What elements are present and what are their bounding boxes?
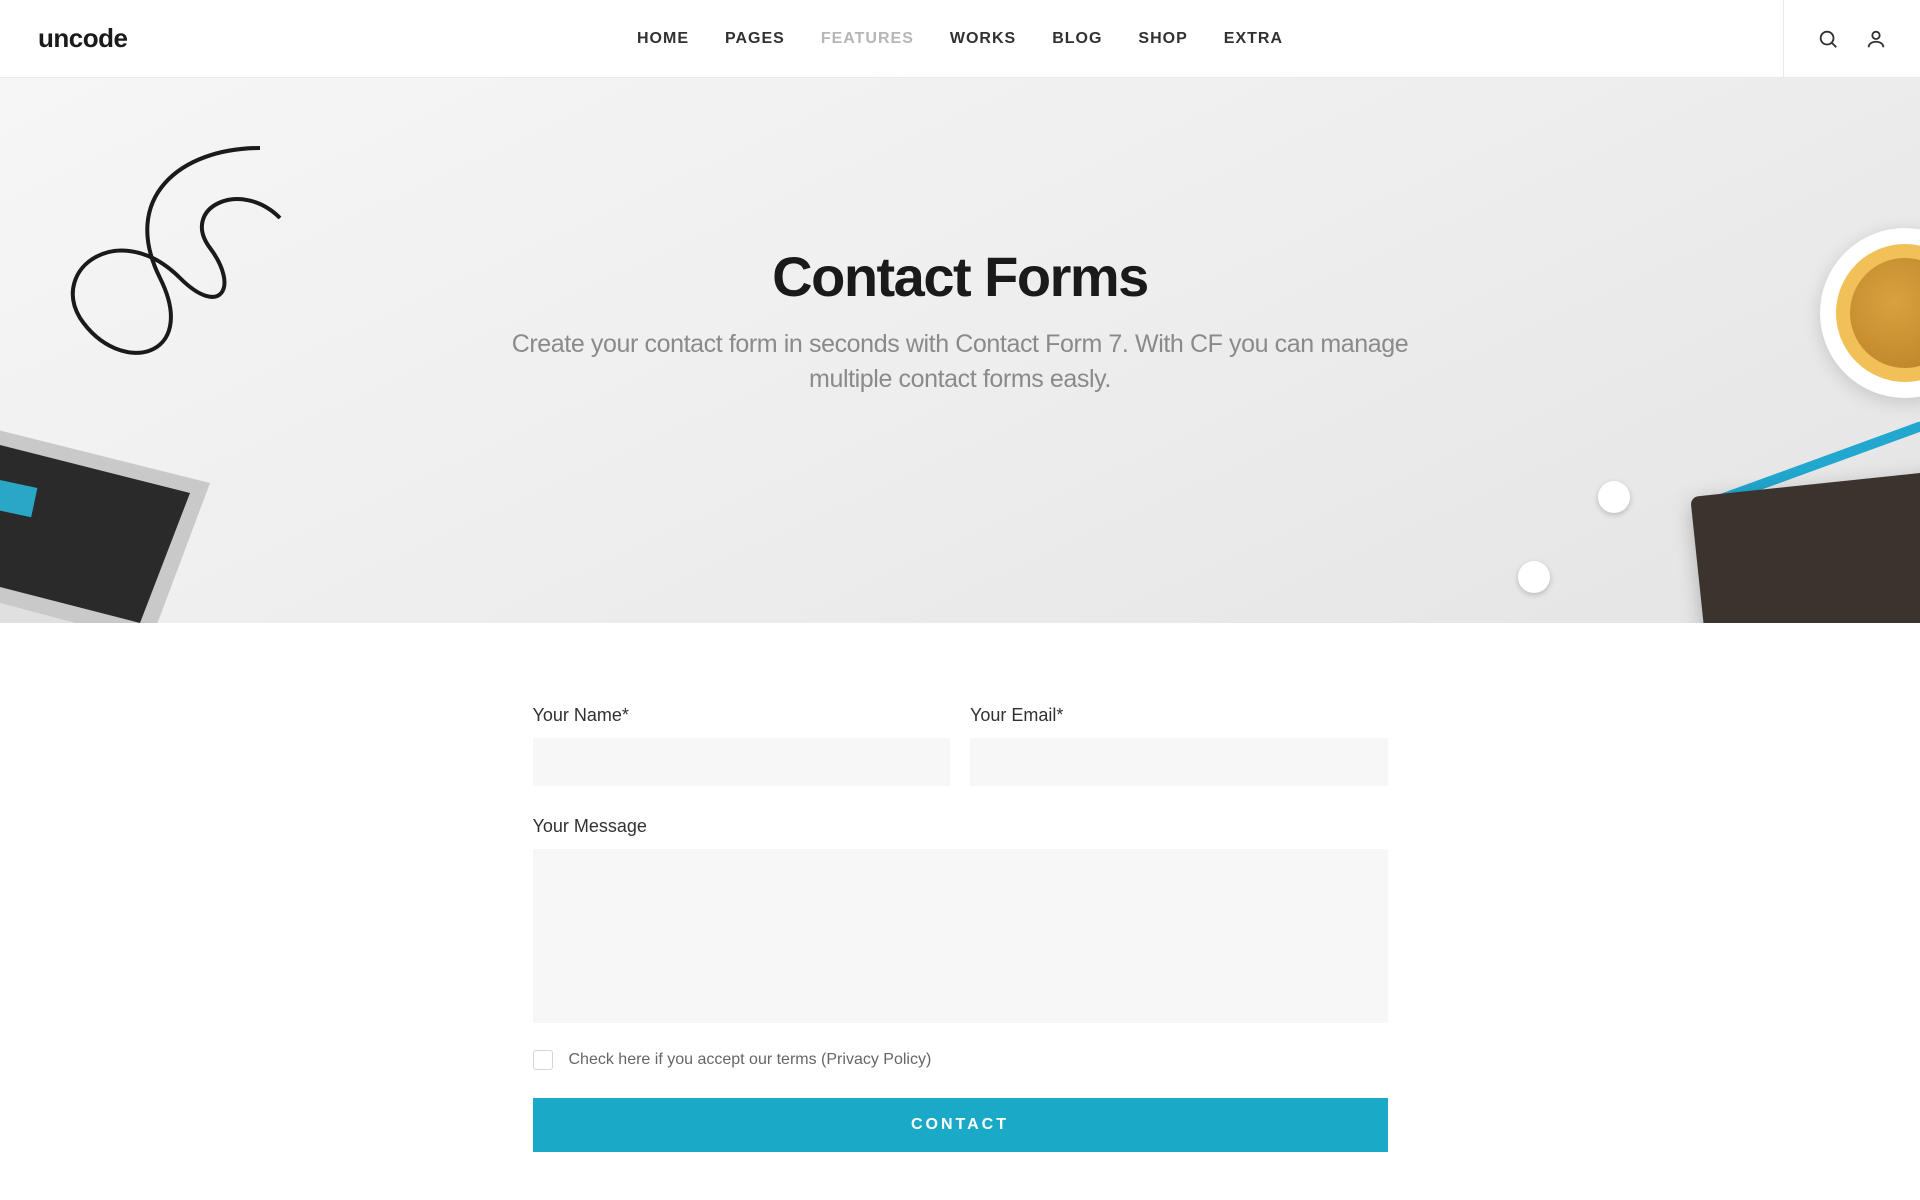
main-nav: HOME PAGES FEATURES WORKS BLOG SHOP EXTR… xyxy=(637,30,1283,48)
terms-label: Check here if you accept our terms (Priv… xyxy=(569,1051,932,1069)
nav-item-features[interactable]: FEATURES xyxy=(821,30,914,48)
brand-logo[interactable]: uncode xyxy=(38,23,127,54)
decoration-earbud xyxy=(1518,561,1550,593)
hero-banner: Contact Forms Create your contact form i… xyxy=(0,78,1920,623)
search-icon[interactable] xyxy=(1816,27,1840,51)
page-title: Contact Forms xyxy=(510,244,1410,309)
hero-content: Contact Forms Create your contact form i… xyxy=(510,244,1410,397)
message-textarea[interactable] xyxy=(533,849,1388,1023)
account-icon[interactable] xyxy=(1864,27,1888,51)
name-label: Your Name* xyxy=(533,705,951,726)
submit-button[interactable]: CONTACT xyxy=(533,1098,1388,1152)
email-label: Your Email* xyxy=(970,705,1388,726)
nav-item-shop[interactable]: SHOP xyxy=(1138,30,1187,48)
nav-item-extra[interactable]: EXTRA xyxy=(1224,30,1283,48)
terms-checkbox[interactable] xyxy=(533,1050,553,1070)
decoration-laptop xyxy=(0,403,270,623)
decoration-cord xyxy=(60,138,320,398)
nav-item-pages[interactable]: PAGES xyxy=(725,30,785,48)
message-label: Your Message xyxy=(533,816,1388,837)
nav-item-blog[interactable]: BLOG xyxy=(1052,30,1102,48)
email-input[interactable] xyxy=(970,738,1388,786)
decoration-notebook xyxy=(1690,470,1920,623)
site-header: uncode HOME PAGES FEATURES WORKS BLOG SH… xyxy=(0,0,1920,78)
header-actions xyxy=(1783,0,1920,77)
terms-row: Check here if you accept our terms (Priv… xyxy=(533,1050,1388,1070)
decoration-coffee-cup xyxy=(1820,228,1920,398)
nav-item-home[interactable]: HOME xyxy=(637,30,689,48)
name-input[interactable] xyxy=(533,738,951,786)
page-subtitle: Create your contact form in seconds with… xyxy=(510,327,1410,397)
decoration-earbud xyxy=(1598,481,1630,513)
nav-item-works[interactable]: WORKS xyxy=(950,30,1016,48)
contact-form: Your Name* Your Email* Your Message Chec… xyxy=(533,705,1388,1152)
